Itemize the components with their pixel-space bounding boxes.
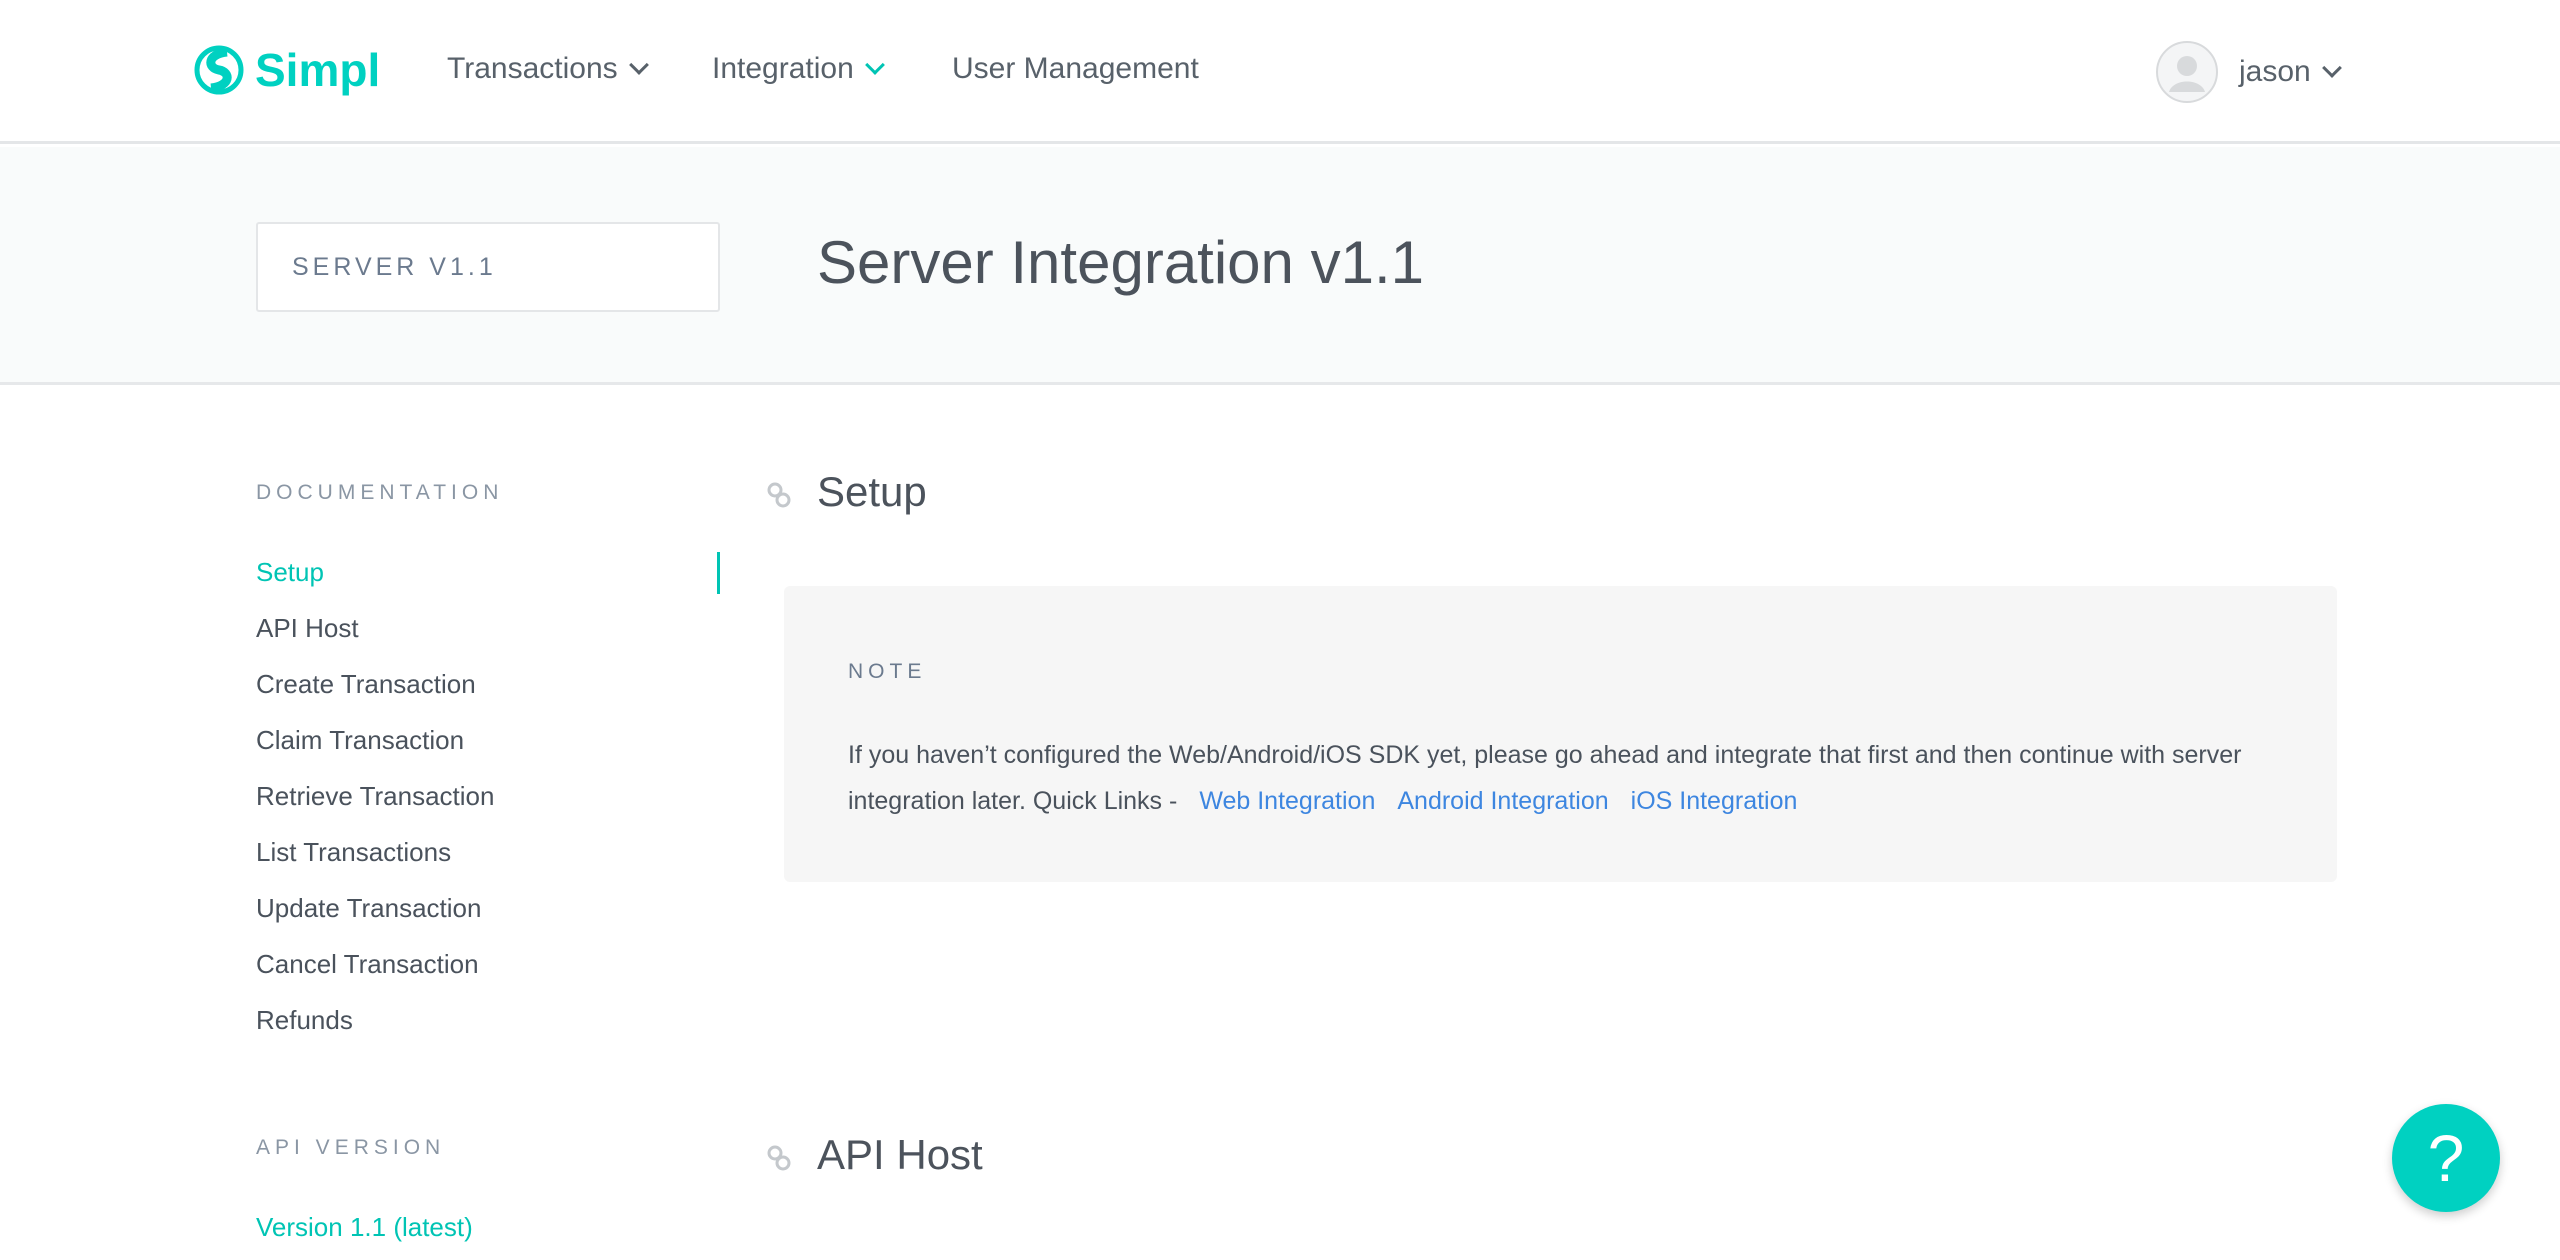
active-indicator — [717, 552, 720, 594]
simpl-logo-icon — [194, 45, 244, 95]
android-integration-link[interactable]: Android Integration — [1397, 787, 1608, 815]
web-integration-link[interactable]: Web Integration — [1199, 787, 1375, 815]
nav-integration[interactable]: Integration — [712, 52, 885, 86]
sidebar-item-retrieve-transaction[interactable]: Retrieve Transaction — [256, 781, 494, 812]
note-text: If you haven’t configured the Web/Androi… — [848, 732, 2248, 824]
chevron-down-icon — [628, 55, 649, 75]
sidebar-item-claim-transaction[interactable]: Claim Transaction — [256, 725, 464, 756]
note-label: NOTE — [848, 660, 927, 683]
username: jason — [2239, 55, 2311, 88]
page-title: Server Integration v1.1 — [817, 229, 1425, 296]
sidebar-item-list-transactions[interactable]: List Transactions — [256, 837, 451, 868]
nav-user-management[interactable]: User Management — [952, 52, 1199, 86]
note-box: NOTE If you haven’t configured the Web/A… — [784, 586, 2337, 882]
ios-integration-link[interactable]: iOS Integration — [1631, 787, 1798, 815]
documentation-label: DOCUMENTATION — [256, 481, 504, 504]
sidebar-item-setup[interactable]: Setup — [256, 557, 324, 588]
sidebar-item-refunds[interactable]: Refunds — [256, 1005, 353, 1036]
top-header: Simpl Transactions Integration User Mana… — [0, 0, 2560, 144]
sidebar-item-update-transaction[interactable]: Update Transaction — [256, 893, 481, 924]
sidebar-item-cancel-transaction[interactable]: Cancel Transaction — [256, 949, 479, 980]
version-selector[interactable]: SERVER V1.1 — [256, 222, 720, 312]
nav-label: Transactions — [447, 52, 618, 85]
simpl-logo[interactable]: Simpl — [193, 40, 380, 100]
nav-label: User Management — [952, 52, 1199, 85]
chevron-down-icon — [864, 55, 885, 75]
link-icon[interactable] — [766, 1143, 792, 1173]
nav-transactions[interactable]: Transactions — [447, 52, 649, 86]
link-icon[interactable] — [766, 480, 792, 510]
user-menu[interactable]: jason — [2155, 40, 2342, 104]
sidebar-item-create-transaction[interactable]: Create Transaction — [256, 669, 476, 700]
nav-label: Integration — [712, 52, 854, 85]
brand-name: Simpl — [255, 44, 381, 96]
setup-heading: Setup — [817, 468, 927, 515]
help-button[interactable]: ? — [2392, 1104, 2500, 1212]
api-host-heading: API Host — [817, 1131, 983, 1178]
chevron-down-icon — [2321, 58, 2342, 78]
avatar — [2156, 41, 2218, 103]
api-version-link[interactable]: Version 1.1 (latest) — [256, 1212, 473, 1243]
api-version-label: API VERSION — [256, 1136, 446, 1159]
sidebar-item-api-host[interactable]: API Host — [256, 613, 359, 644]
